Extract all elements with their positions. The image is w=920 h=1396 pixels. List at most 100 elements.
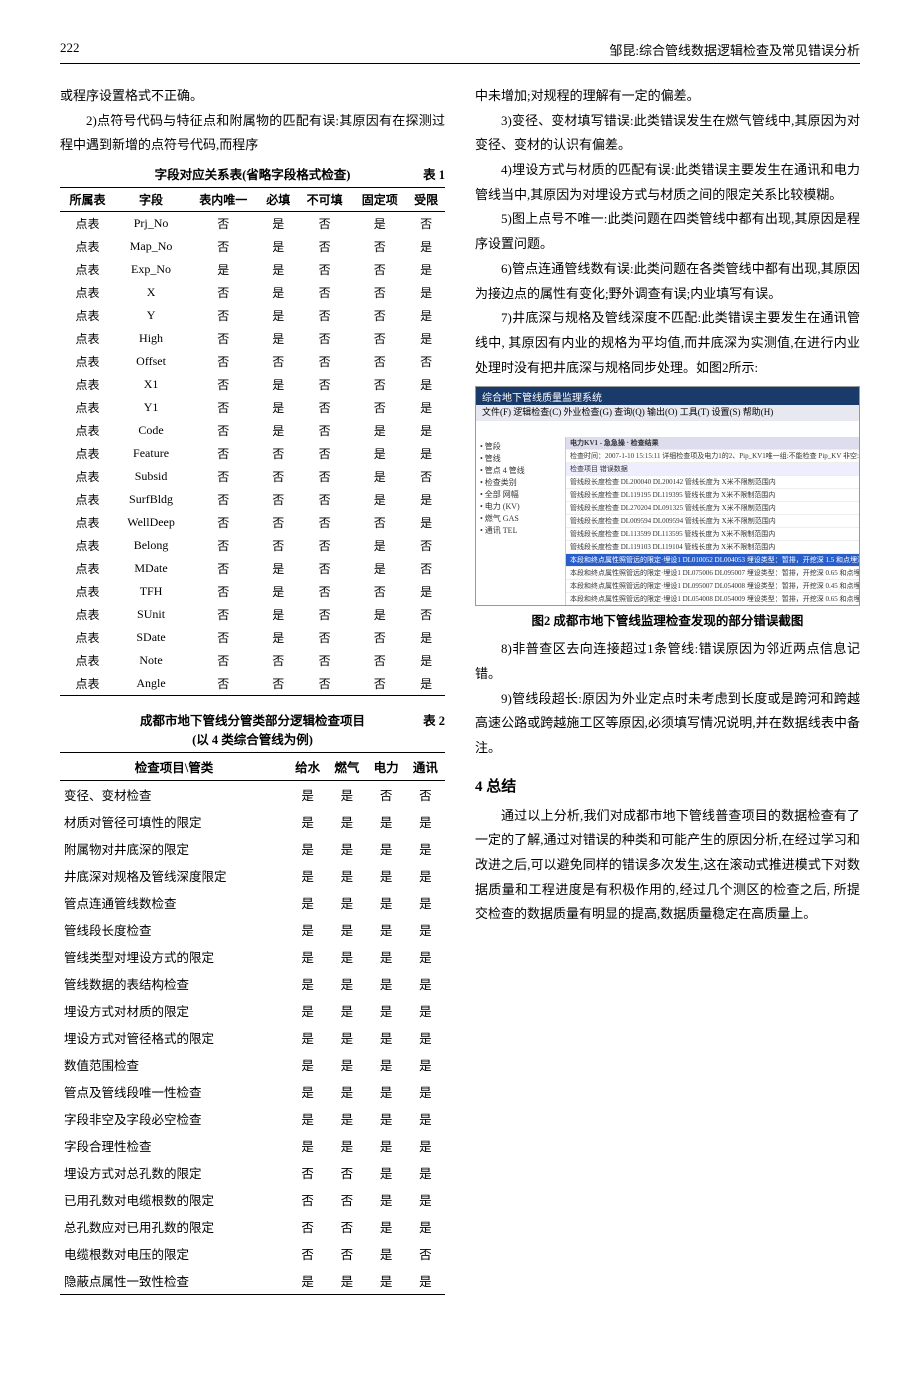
table2-cell: 隐蔽点属性一致性检查 xyxy=(60,1267,288,1295)
table2-cell: 是 xyxy=(406,1159,445,1186)
fig-grid-row: 管线段长度检查 DL119103 DL119104 管线长度为 X米不限制范围内 xyxy=(566,541,859,554)
table-row: 点表Y1否是否否是 xyxy=(60,396,445,419)
para-r8: 9)管线段超长:原因为外业定点时未考虑到长度或是跨河和跨越高速公路或跨越施工区等… xyxy=(475,687,860,761)
table1-cell: 否 xyxy=(352,511,407,534)
table1-cell: 点表 xyxy=(60,373,115,396)
table1-cell: 点表 xyxy=(60,557,115,580)
table2-cell: 是 xyxy=(327,808,366,835)
table1-cell: 是 xyxy=(352,603,407,626)
table1-cell: 否 xyxy=(259,488,297,511)
table2-cell: 是 xyxy=(406,862,445,889)
table1-cell: 是 xyxy=(352,534,407,557)
table2-cell: 字段非空及字段必空检查 xyxy=(60,1105,288,1132)
table1-cell: 否 xyxy=(352,580,407,603)
table2-cell: 是 xyxy=(327,1105,366,1132)
table2-cell: 是 xyxy=(288,1105,327,1132)
table2-title-line1: 成都市地下管线分管类部分逻辑检查项目 xyxy=(140,714,365,728)
table2-cell: 是 xyxy=(288,970,327,997)
table1-cell: 否 xyxy=(352,649,407,672)
table-row: 点表Map_No否是否否是 xyxy=(60,235,445,258)
table2-cell: 是 xyxy=(288,1078,327,1105)
table2-cell: 是 xyxy=(366,1267,405,1295)
table1-cell: 否 xyxy=(259,350,297,373)
table1-header-cell: 固定项 xyxy=(352,188,407,212)
table-row: 点表SDate否是否否是 xyxy=(60,626,445,649)
table1-cell: 否 xyxy=(259,534,297,557)
table2-cell: 是 xyxy=(288,997,327,1024)
table-row: 点表High否是否否是 xyxy=(60,327,445,350)
table2-cell: 是 xyxy=(288,1051,327,1078)
table-row: 点表Y否是否否是 xyxy=(60,304,445,327)
table1-cell: 否 xyxy=(187,626,259,649)
table2-cell: 否 xyxy=(406,1240,445,1267)
table-row: 变径、变材检查是是否否 xyxy=(60,781,445,809)
table2-cell: 附属物对井底深的限定 xyxy=(60,835,288,862)
table-row: 管线段长度检查是是是是 xyxy=(60,916,445,943)
table1-cell: 否 xyxy=(297,419,352,442)
table1-cell: 是 xyxy=(259,419,297,442)
table2-cell: 是 xyxy=(366,808,405,835)
table-row: 管点及管线段唯一性检查是是是是 xyxy=(60,1078,445,1105)
table2-cell: 是 xyxy=(366,916,405,943)
table1-cell: 是 xyxy=(407,511,445,534)
table1-cell: TFH xyxy=(115,580,187,603)
table1-cell: Y xyxy=(115,304,187,327)
table2-cell: 是 xyxy=(327,1024,366,1051)
table1-cell: X1 xyxy=(115,373,187,396)
table1-cell: 是 xyxy=(352,212,407,236)
table2-cell: 否 xyxy=(327,1159,366,1186)
table1-cell: Code xyxy=(115,419,187,442)
table1-cell: 否 xyxy=(297,350,352,373)
table2-cell: 是 xyxy=(327,1132,366,1159)
fig-menubar: 文件(F) 逻辑检查(C) 外业检查(G) 查询(Q) 输出(O) 工具(T) … xyxy=(476,405,859,421)
table1-cell: 是 xyxy=(407,442,445,465)
table2-cell: 否 xyxy=(327,1213,366,1240)
table2-cell: 是 xyxy=(366,1240,405,1267)
fig-tree-item: • 检查类别 xyxy=(480,477,561,489)
table1-cell: 点表 xyxy=(60,672,115,696)
table2-cell: 是 xyxy=(366,835,405,862)
table1-cell: 是 xyxy=(259,281,297,304)
table1-cell: 否 xyxy=(352,350,407,373)
table1-cell: 否 xyxy=(259,442,297,465)
table2-cell: 是 xyxy=(406,1105,445,1132)
table2-cell: 是 xyxy=(366,970,405,997)
table-row: 隐蔽点属性一致性检查是是是是 xyxy=(60,1267,445,1295)
table2-cell: 否 xyxy=(288,1213,327,1240)
table2-header-cell: 给水 xyxy=(288,753,327,781)
table-row: 井底深对规格及管线深度限定是是是是 xyxy=(60,862,445,889)
table1-cell: 否 xyxy=(297,649,352,672)
table1-cell: 点表 xyxy=(60,258,115,281)
table2-cell: 是 xyxy=(288,916,327,943)
section-4-heading: 4 总结 xyxy=(475,775,860,796)
table-row: 点表X否是否否是 xyxy=(60,281,445,304)
table-row: 点表Exp_No是是否否是 xyxy=(60,258,445,281)
left-column: 或程序设置格式不正确。 2)点符号代码与特征点和附属物的匹配有误:其原因有在探测… xyxy=(60,84,445,1295)
fig-grid-row: 管线段长度检查 DL270204 DL091325 管线长度为 X米不限制范围内 xyxy=(566,502,859,515)
table2-cell: 是 xyxy=(288,889,327,916)
table1-cell: 是 xyxy=(407,419,445,442)
table1-cell: 是 xyxy=(352,465,407,488)
table1-cell: Angle xyxy=(115,672,187,696)
table-row: 管线数据的表结构检查是是是是 xyxy=(60,970,445,997)
table1-cell: 是 xyxy=(407,258,445,281)
table1-cell: 是 xyxy=(187,258,259,281)
table1-cell: 否 xyxy=(297,327,352,350)
fig-grid-row: 管线段长度检查 DL009594 DL009594 管线长度为 X米不限制范围内 xyxy=(566,515,859,528)
table-row: 点表Belong否否否是否 xyxy=(60,534,445,557)
para-l1: 或程序设置格式不正确。 xyxy=(60,84,445,109)
table2-cell: 是 xyxy=(366,862,405,889)
fig-tree-item: • 燃气 GAS xyxy=(480,513,561,525)
table2-cell: 是 xyxy=(366,1132,405,1159)
table1-cell: 否 xyxy=(259,649,297,672)
table-row: 点表WellDeep否否否否是 xyxy=(60,511,445,534)
table-row: 埋设方式对总孔数的限定否否是是 xyxy=(60,1159,445,1186)
table1-title-text: 字段对应关系表(省略字段格式检查) xyxy=(155,168,351,182)
table1-header-cell: 必填 xyxy=(259,188,297,212)
table1-cell: 否 xyxy=(352,672,407,696)
fig-tree-item: • 电力 (KV) xyxy=(480,501,561,513)
table2-cell: 管线数据的表结构检查 xyxy=(60,970,288,997)
table2-cell: 是 xyxy=(288,943,327,970)
table2-cell: 是 xyxy=(366,1159,405,1186)
table1-cell: 否 xyxy=(352,327,407,350)
